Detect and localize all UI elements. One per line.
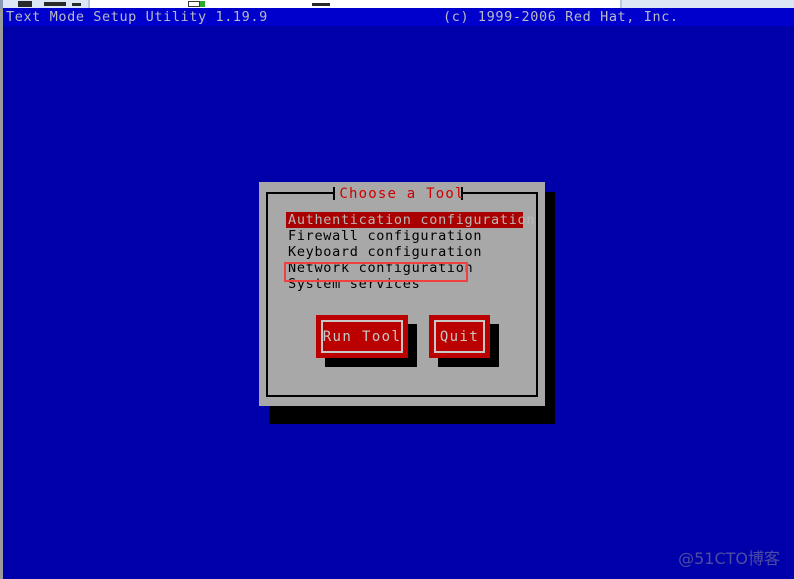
- run-tool-button[interactable]: Run Tool: [316, 315, 408, 358]
- app-title: Text Mode Setup Utility 1.19.9: [6, 9, 268, 25]
- dialog-frame-right: [536, 192, 538, 397]
- list-item-keyboard-configuration[interactable]: Keyboard configuration: [286, 244, 526, 260]
- watermark: @51CTO博客: [678, 549, 780, 568]
- list-item-authentication-configuration[interactable]: Authentication configuration: [286, 212, 534, 228]
- window-chrome-strip: [0, 0, 794, 8]
- chrome-left-edge: [0, 0, 3, 8]
- green-marker-icon: [200, 1, 205, 7]
- document-icon[interactable]: [188, 1, 200, 7]
- quit-button[interactable]: Quit: [429, 315, 490, 358]
- screen-left-edge: [0, 8, 3, 579]
- dialog-frame-left: [266, 192, 268, 397]
- chrome-right-filler: [622, 0, 794, 8]
- choose-a-tool-dialog: Choose a Tool Authentication configurati…: [259, 182, 545, 406]
- run-tool-button-label: Run Tool: [322, 328, 402, 345]
- chrome-document-panel: [90, 0, 620, 8]
- copyright-notice: (c) 1999-2006 Red Hat, Inc.: [443, 9, 679, 25]
- dialog-frame-bottom: [266, 395, 538, 397]
- list-item-firewall-configuration[interactable]: Firewall configuration: [286, 228, 526, 244]
- run-tool-button-inner: Run Tool: [321, 320, 403, 353]
- minimize-icon[interactable]: [312, 3, 330, 6]
- toolbar-icon-fragment-b[interactable]: [44, 2, 66, 6]
- dialog-title: Choose a Tool: [339, 186, 465, 202]
- quit-button-label: Quit: [439, 328, 480, 345]
- toolbar-icon-fragment-c[interactable]: [72, 3, 81, 6]
- terminal-screen: Text Mode Setup Utility 1.19.9 (c) 1999-…: [0, 0, 794, 579]
- annotation-rectangle-network-configuration: [284, 262, 468, 282]
- toolbar-icon-fragment-a[interactable]: [18, 1, 32, 7]
- quit-button-inner: Quit: [434, 320, 485, 353]
